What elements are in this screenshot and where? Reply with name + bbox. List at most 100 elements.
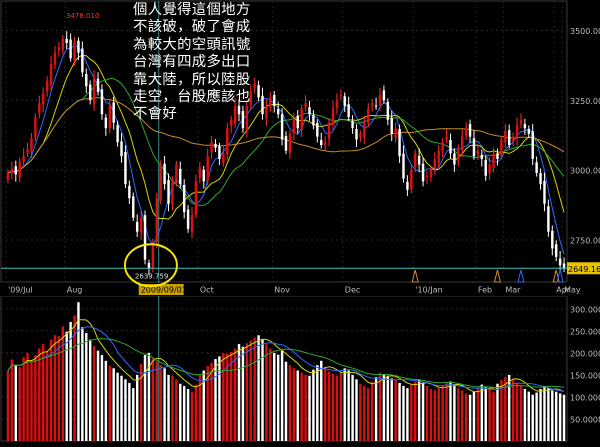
- candle-body: [527, 129, 531, 134]
- volume-bar: [65, 331, 68, 441]
- volume-tick-label: 150.000M: [570, 371, 600, 380]
- candle-body: [41, 93, 45, 105]
- candle-body: [139, 217, 143, 233]
- volume-bar: [515, 382, 519, 441]
- candle-body: [351, 121, 354, 129]
- price-tick-label: 3500.00: [570, 27, 600, 36]
- candle-body: [96, 78, 100, 92]
- candle-body: [449, 139, 452, 154]
- volume-bar: [186, 389, 190, 441]
- candle-body: [124, 151, 127, 185]
- candle-body: [320, 139, 323, 145]
- volume-bar: [523, 389, 527, 441]
- volume-bar: [276, 354, 280, 441]
- volume-bar: [331, 374, 335, 441]
- volume-bar: [155, 361, 158, 441]
- candle-body: [10, 168, 14, 174]
- candle-body: [186, 209, 190, 229]
- candle-body: [132, 196, 135, 218]
- volume-bar: [100, 355, 104, 441]
- volume-bar: [163, 368, 166, 441]
- volume-bar: [453, 384, 456, 441]
- candle-body: [331, 108, 335, 126]
- candle-body: [45, 80, 49, 92]
- volume-bar: [519, 385, 523, 441]
- volume-bar: [6, 370, 10, 441]
- volume-bar: [355, 379, 358, 441]
- candle-body: [112, 102, 115, 123]
- candle-body: [382, 90, 386, 101]
- candle-body: [206, 156, 209, 181]
- volume-bar: [414, 381, 417, 441]
- volume-bar: [496, 383, 499, 441]
- volume-bar: [531, 394, 534, 441]
- volume-bar: [312, 369, 315, 441]
- x-tick-label: '10/Jan: [415, 286, 442, 295]
- candle-body: [535, 162, 538, 173]
- candle-body: [461, 136, 464, 151]
- candle-body: [508, 130, 511, 145]
- candle-body: [554, 244, 558, 257]
- volume-bar: [449, 381, 452, 441]
- volume-bar: [45, 350, 49, 441]
- candle-body: [531, 131, 534, 159]
- candle-body: [292, 119, 296, 133]
- candle-body: [496, 153, 499, 159]
- volume-bar: [433, 390, 437, 441]
- candle-body: [558, 258, 562, 266]
- stock-chart: 3500.00 3250.00 3000.00 2750.00 300.000M 250.…: [0, 0, 600, 447]
- candle-body: [65, 38, 68, 43]
- candle-body: [339, 94, 343, 97]
- volume-bar: [190, 391, 194, 441]
- candle-body: [543, 180, 546, 204]
- volume-bar: [143, 355, 147, 441]
- candle-body: [457, 147, 460, 162]
- volume-bar: [296, 370, 299, 441]
- volume-bar: [304, 374, 307, 441]
- volume-bar: [543, 385, 546, 441]
- candle-body: [276, 109, 280, 115]
- x-tick-label: '09/Jul: [8, 286, 33, 295]
- volume-bar: [22, 357, 25, 441]
- volume-bar: [210, 362, 213, 441]
- candle-body: [147, 262, 151, 269]
- x-tick-label: Feb: [478, 286, 492, 295]
- x-tick-label: Nov: [274, 286, 290, 295]
- volume-bar: [81, 327, 84, 441]
- volume-bar: [132, 388, 135, 441]
- volume-bar: [476, 388, 480, 441]
- candle-body: [398, 129, 401, 157]
- volume-bar: [269, 348, 272, 441]
- candle-body: [108, 105, 111, 129]
- candle-body: [515, 125, 519, 139]
- volume-bar: [261, 339, 264, 441]
- volume-bar: [92, 346, 96, 441]
- volume-bar: [363, 385, 366, 441]
- candle-body: [410, 170, 413, 190]
- candle-body: [429, 170, 433, 178]
- candle-body: [202, 169, 205, 182]
- candle-body: [390, 118, 393, 134]
- candle-body: [511, 136, 515, 141]
- candle-body: [190, 214, 194, 233]
- volume-bar: [85, 333, 88, 441]
- candle-body: [222, 153, 225, 164]
- candle-body: [155, 198, 158, 243]
- volume-bar: [323, 366, 327, 441]
- x-tick-label: Aug: [67, 286, 83, 295]
- volume-bar: [308, 375, 311, 441]
- volume-bar: [34, 355, 37, 441]
- candle-body: [210, 142, 213, 152]
- candle-body: [135, 221, 139, 232]
- volume-bar: [535, 392, 538, 441]
- volume-bar: [280, 350, 284, 441]
- candle-body: [562, 263, 566, 269]
- x-tick-label: Dec: [345, 286, 360, 295]
- volume-bar: [429, 389, 433, 441]
- volume-bar: [511, 379, 515, 441]
- candle-body: [327, 122, 331, 139]
- volume-bar: [194, 384, 198, 441]
- volume-bar: [316, 365, 319, 441]
- candle-body: [69, 39, 72, 59]
- volume-bar: [284, 361, 288, 441]
